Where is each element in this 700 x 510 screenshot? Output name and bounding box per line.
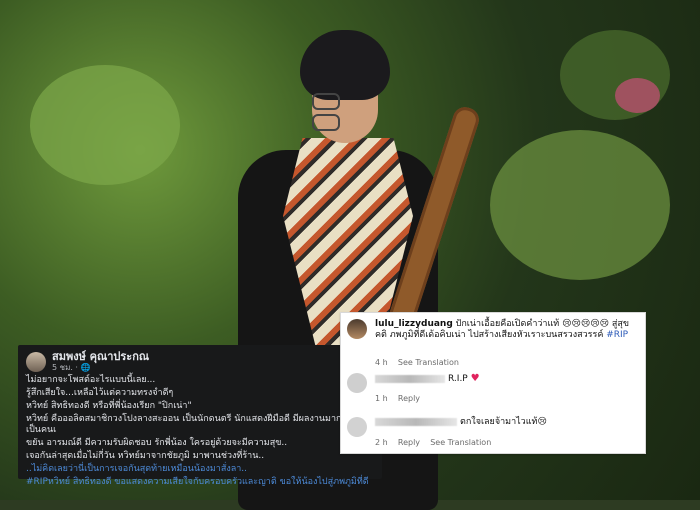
post-line: รู้สึกเสียใจ...เหลือไว้แต่ความทรงจำดีๆ [26,388,174,398]
author-name[interactable]: สมพงษ์ คุณาประกณ [52,351,149,363]
blurred-username [375,374,445,383]
comment-time: 4 h [375,358,388,367]
flower-cluster [615,78,660,113]
post-line: หวิทย์ คือออลิตสมาชิกวงโปงลางสะออน เป็นน… [26,414,358,435]
comment-body: R.I.P [448,374,468,384]
post-line: ขยัน อารมณ์ดี มีความรับผิดชอบ รักพี่น้อง… [26,438,288,448]
reply-link[interactable]: Reply [398,438,420,447]
comment-time: 1 h [375,394,388,403]
comment-screenshot: lulu_lizzyduang ปักเน่าเอื้อยคือเปิดคำว่… [340,312,646,454]
glasses-icon [312,93,380,131]
foliage-highlight [490,130,670,280]
blurred-avatar [347,373,367,393]
avatar[interactable] [26,352,46,372]
post-line: ไม่อยากจะโพสต์อะไรแบบนี้เลย... [26,375,156,385]
comment-body: ตกใจเลยจ้ามาไวแท้😢 [460,417,547,427]
post-line: หวิทย์ สิทธิทองดี หรือที่พี่น้องเรียก "ป… [26,401,192,411]
reply-link[interactable]: Reply [398,394,420,403]
commenter-avatar[interactable] [347,319,367,339]
post-header: สมพงษ์ คุณาประกณ 5 ชม. · 🌐 [26,351,149,373]
comment-meta: 2 h Reply See Translation [375,438,491,447]
comment-meta: 4 h See Translation [375,358,459,367]
see-translation-link[interactable]: See Translation [430,438,491,447]
comment-text: R.I.P ♥ [375,373,635,385]
post-text: ไม่อยากจะโพสต์อะไรแบบนี้เลย... รู้สึกเสี… [26,375,374,490]
post-time[interactable]: 5 ชม. · 🌐 [52,363,149,373]
foliage-highlight [30,65,180,185]
heart-icon: ♥ [470,373,480,384]
post-line-highlight: ..ไม่คิดเลยว่านี่เป็นการเจอกันสุดท้ายเหม… [26,464,248,474]
comment-hashtag[interactable]: #RIP [606,330,628,340]
post-line: เจอกันล่าสุดเมื่อไม่กี่วัน หวิทย์มาจากชั… [26,451,265,461]
comment-text: ตกใจเลยจ้ามาไวแท้😢 [375,417,635,428]
comment-meta: 1 h Reply [375,394,420,403]
blurred-username [375,417,457,426]
see-translation-link[interactable]: See Translation [398,358,459,367]
comment-text: lulu_lizzyduang ปักเน่าเอื้อยคือเปิดคำว่… [375,319,635,341]
facebook-post-card: สมพงษ์ คุณาประกณ 5 ชม. · 🌐 ไม่อยากจะโพสต… [18,345,382,487]
post-hashtag-line[interactable]: #RIPหวิทย์ สิทธิทองดี ขอแสดงความเสียใจกั… [26,477,374,488]
comment-username[interactable]: lulu_lizzyduang [375,319,453,329]
blurred-avatar [347,417,367,437]
curly-hair [300,30,390,100]
comment-time: 2 h [375,438,388,447]
